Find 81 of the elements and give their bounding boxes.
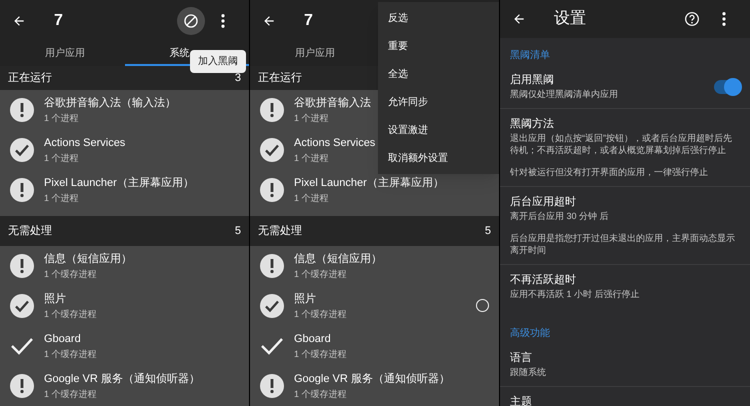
tab[interactable]: 用户应用 bbox=[0, 42, 124, 66]
check-circle-icon bbox=[260, 294, 284, 318]
process-count: 1 个进程 bbox=[294, 152, 330, 165]
process-count: 1 个缓存进程 bbox=[294, 268, 348, 281]
check-circle-icon bbox=[260, 138, 284, 162]
setting-title: 语言 bbox=[510, 351, 533, 366]
warning-icon bbox=[10, 254, 34, 278]
check-icon bbox=[260, 336, 284, 356]
app-name: Google VR 服务（通知侦听器） bbox=[44, 372, 200, 387]
process-count: 1 个进程 bbox=[294, 192, 330, 205]
warning-icon bbox=[260, 98, 284, 122]
category-title: 高级功能 bbox=[509, 326, 551, 341]
setting-title: 主题 bbox=[510, 395, 533, 406]
process-count: 1 个缓存进程 bbox=[294, 388, 348, 401]
back-icon[interactable] bbox=[12, 14, 26, 28]
process-count: 1 个进程 bbox=[44, 152, 80, 165]
process-count: 1 个进程 bbox=[44, 112, 80, 125]
menu-item[interactable]: 反选 bbox=[378, 4, 499, 32]
setting-summary: 后台应用是指您打开过但未退出的应用，主界面动态显示离开时间 bbox=[510, 232, 736, 256]
setting-summary: 针对被运行但没有打开界面的应用，一律强行停止 bbox=[510, 166, 709, 178]
setting-title: 启用黑阈 bbox=[510, 73, 555, 88]
process-count: 1 个缓存进程 bbox=[44, 268, 98, 281]
setting-title: 不再活跃超时 bbox=[510, 273, 577, 288]
app-name: 照片 bbox=[294, 292, 317, 307]
app-name: Actions Services bbox=[294, 136, 376, 151]
section-count: 5 bbox=[484, 224, 491, 239]
section-title: 正在运行 bbox=[258, 70, 302, 86]
check-circle-icon bbox=[10, 294, 34, 318]
setting-summary: 离开后台应用 30 分钟 后 bbox=[510, 210, 610, 222]
setting-summary: 退出应用（如点按“返回”按钮），或者后台应用超时后先待机；不再活跃超时，或者从概览屏幕划掉后强行停止 bbox=[510, 132, 733, 156]
radio-button[interactable] bbox=[476, 299, 489, 312]
app-name: Google VR 服务（通知侦听器） bbox=[294, 372, 450, 387]
setting-summary: 黑阈仅处理黑阈清单内应用 bbox=[510, 88, 619, 100]
toolbar-title: 7 bbox=[304, 11, 313, 31]
warning-icon bbox=[10, 98, 34, 122]
warning-icon bbox=[260, 178, 284, 202]
setting-summary: 跟随系统 bbox=[510, 366, 547, 378]
back-icon[interactable] bbox=[262, 14, 276, 28]
section-title: 正在运行 bbox=[8, 70, 52, 86]
setting-title: 黑阈方法 bbox=[510, 117, 555, 132]
process-count: 1 个进程 bbox=[294, 112, 330, 125]
process-count: 1 个缓存进程 bbox=[294, 348, 347, 361]
app-name: Actions Services bbox=[44, 136, 126, 151]
block-icon[interactable] bbox=[177, 7, 205, 35]
toggle-switch[interactable] bbox=[714, 80, 740, 94]
app-name: 谷歌拼音输入法 bbox=[294, 96, 371, 111]
app-name: Gboard bbox=[44, 332, 82, 347]
warning-icon bbox=[10, 178, 34, 202]
section-count: 5 bbox=[234, 224, 241, 239]
app-name: 照片 bbox=[44, 292, 67, 307]
app-name: 信息（短信应用） bbox=[294, 252, 382, 267]
warning-icon bbox=[260, 374, 284, 398]
app-name: 信息（短信应用） bbox=[44, 252, 132, 267]
setting-summary: 应用不再活跃 1 小时 后强行停止 bbox=[510, 288, 641, 300]
process-count: 1 个缓存进程 bbox=[44, 348, 97, 361]
section-count: 3 bbox=[234, 70, 241, 86]
process-count: 1 个缓存进程 bbox=[44, 308, 97, 321]
back-icon[interactable] bbox=[512, 12, 526, 26]
process-count: 1 个进程 bbox=[44, 192, 80, 205]
process-count: 1 个缓存进程 bbox=[44, 388, 98, 401]
warning-icon bbox=[10, 374, 34, 398]
check-circle-icon bbox=[10, 138, 34, 162]
section-title: 无需处理 bbox=[258, 224, 302, 239]
toolbar-title: 7 bbox=[54, 11, 63, 31]
menu-item[interactable]: 设置激进 bbox=[378, 116, 499, 144]
menu-item[interactable]: 取消额外设置 bbox=[378, 144, 499, 172]
menu-item[interactable]: 全选 bbox=[378, 60, 499, 88]
process-count: 1 个缓存进程 bbox=[294, 308, 347, 321]
app-name: Pixel Launcher（主屏幕应用） bbox=[294, 176, 444, 191]
menu-item[interactable]: 允许同步 bbox=[378, 88, 499, 116]
setting-title: 后台应用超时 bbox=[510, 195, 577, 210]
app-name: Gboard bbox=[294, 332, 332, 347]
tooltip: 加入黑阈 bbox=[190, 50, 246, 73]
app-name: Pixel Launcher（主屏幕应用） bbox=[44, 176, 194, 191]
check-icon bbox=[10, 336, 34, 356]
category-title: 黑阈清单 bbox=[509, 48, 551, 63]
warning-icon bbox=[260, 254, 284, 278]
toolbar-title: 设置 bbox=[554, 9, 586, 29]
section-title: 无需处理 bbox=[8, 224, 52, 239]
menu-item[interactable]: 重要 bbox=[378, 32, 499, 60]
app-name: 谷歌拼音输入法（输入法） bbox=[44, 96, 176, 111]
